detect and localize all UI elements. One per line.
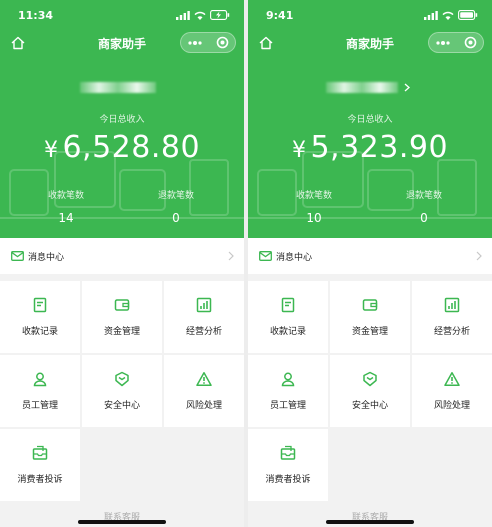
status-time: 11:34 [18,8,54,22]
shield-icon [115,371,129,387]
stat-value: 0 [172,211,180,225]
menu-risk-handling[interactable]: 风险处理 [412,355,492,427]
refund-count[interactable]: 退款笔数 0 [136,188,216,225]
mail-icon [11,251,24,261]
menu-receipt-records[interactable]: 收款记录 [248,281,328,353]
menu-label: 安全中心 [351,401,388,411]
stat-label: 收款笔数 [47,191,84,201]
menu-consumer-complaints[interactable]: 消费者投诉 [0,429,80,501]
nav-bar: 商家助手 [248,32,492,54]
wallet-icon [114,299,130,311]
merchant-name-blurred [326,82,398,93]
menu-fund-management[interactable]: 资金管理 [82,281,162,353]
receipt-count[interactable]: 收款笔数 10 [274,188,354,225]
menu-security-center[interactable]: 安全中心 [82,355,162,427]
income-header: 11:34 商家助手 今日总收入 ¥6,528.80 收款笔数 14 退款笔数 … [0,0,244,238]
menu-label: 消费者投诉 [17,475,63,485]
message-center-row[interactable]: 消息中心 [248,238,492,274]
staff-icon [281,372,295,387]
chart-icon [444,297,460,313]
menu-label: 经营分析 [185,327,222,337]
stat-label: 退款笔数 [157,191,194,201]
menu-label: 员工管理 [21,401,58,411]
menu-label: 经营分析 [433,327,470,337]
mini-program-capsule [428,32,484,53]
signal-icon [424,10,438,20]
menu-staff-management[interactable]: 员工管理 [0,355,80,427]
menu-receipt-records[interactable]: 收款记录 [0,281,80,353]
receipt-icon [33,297,47,313]
chevron-right-icon [228,251,234,261]
status-bar: 11:34 [18,8,230,22]
menu-fund-management[interactable]: 资金管理 [330,281,410,353]
menu-business-analysis[interactable]: 经营分析 [412,281,492,353]
income-label: 今日总收入 [99,115,145,125]
complaint-icon [32,445,48,460]
menu-label: 收款记录 [269,327,306,337]
stat-value: 0 [420,211,428,225]
currency-symbol: ¥ [291,138,307,163]
menu-label: 风险处理 [433,401,470,411]
income-amount: 5,323.90 [310,130,449,165]
status-bar: 9:41 [266,8,478,22]
chart-icon [196,297,212,313]
more-icon[interactable] [187,40,203,46]
function-grid: 收款记录 资金管理 经营分析 员工管理 安全中心 风险处理 消费者投诉 [248,281,492,503]
function-grid: 收款记录 资金管理 经营分析 员工管理 安全中心 风险处理 消费者投诉 [0,281,244,503]
phone-screen-right: 9:41 商家助手 今日总收入 ¥5,323.90 收款笔数 10 退款笔数 0… [248,0,492,527]
income-label: 今日总收入 [347,115,393,125]
more-icon[interactable] [435,40,451,46]
chevron-right-icon [476,251,482,261]
message-center-label: 消息中心 [28,252,65,263]
close-target-icon[interactable] [216,36,229,49]
stat-value: 10 [306,211,322,225]
signal-icon [176,10,190,20]
menu-label: 资金管理 [351,327,388,337]
menu-consumer-complaints[interactable]: 消费者投诉 [248,429,328,501]
stat-value: 14 [58,211,74,225]
mini-program-capsule [180,32,236,53]
menu-label: 员工管理 [269,401,306,411]
total-income: ¥5,323.90 [248,130,492,165]
stat-label: 退款笔数 [405,191,442,201]
menu-label: 消费者投诉 [265,475,311,485]
close-target-icon[interactable] [464,36,477,49]
menu-label: 收款记录 [21,327,58,337]
menu-security-center[interactable]: 安全中心 [330,355,410,427]
income-header: 9:41 商家助手 今日总收入 ¥5,323.90 收款笔数 10 退款笔数 0 [248,0,492,238]
wifi-icon [194,11,206,20]
wallet-icon [362,299,378,311]
home-indicator [78,520,166,524]
battery-charging-icon [210,10,230,20]
menu-risk-handling[interactable]: 风险处理 [164,355,244,427]
menu-staff-management[interactable]: 员工管理 [248,355,328,427]
merchant-name-blurred [80,82,156,93]
mail-icon [259,251,272,261]
staff-icon [33,372,47,387]
battery-icon [458,10,478,20]
message-center-row[interactable]: 消息中心 [0,238,244,274]
wifi-icon [442,11,454,20]
warning-icon [444,372,460,386]
phone-screen-left: 11:34 商家助手 今日总收入 ¥6,528.80 收款笔数 14 退款笔数 … [0,0,244,527]
total-income: ¥6,528.80 [0,130,244,165]
receipt-count[interactable]: 收款笔数 14 [26,188,106,225]
status-time: 9:41 [266,8,294,22]
menu-business-analysis[interactable]: 经营分析 [164,281,244,353]
message-center-label: 消息中心 [276,252,313,263]
home-indicator [326,520,414,524]
menu-label: 资金管理 [103,327,140,337]
refund-count[interactable]: 退款笔数 0 [384,188,464,225]
receipt-icon [281,297,295,313]
stat-label: 收款笔数 [295,191,332,201]
shield-icon [363,371,377,387]
income-amount: 6,528.80 [62,130,201,165]
warning-icon [196,372,212,386]
chevron-right-icon[interactable] [404,83,410,92]
nav-bar: 商家助手 [0,32,244,54]
currency-symbol: ¥ [43,138,59,163]
menu-label: 风险处理 [185,401,222,411]
complaint-icon [280,445,296,460]
menu-label: 安全中心 [103,401,140,411]
